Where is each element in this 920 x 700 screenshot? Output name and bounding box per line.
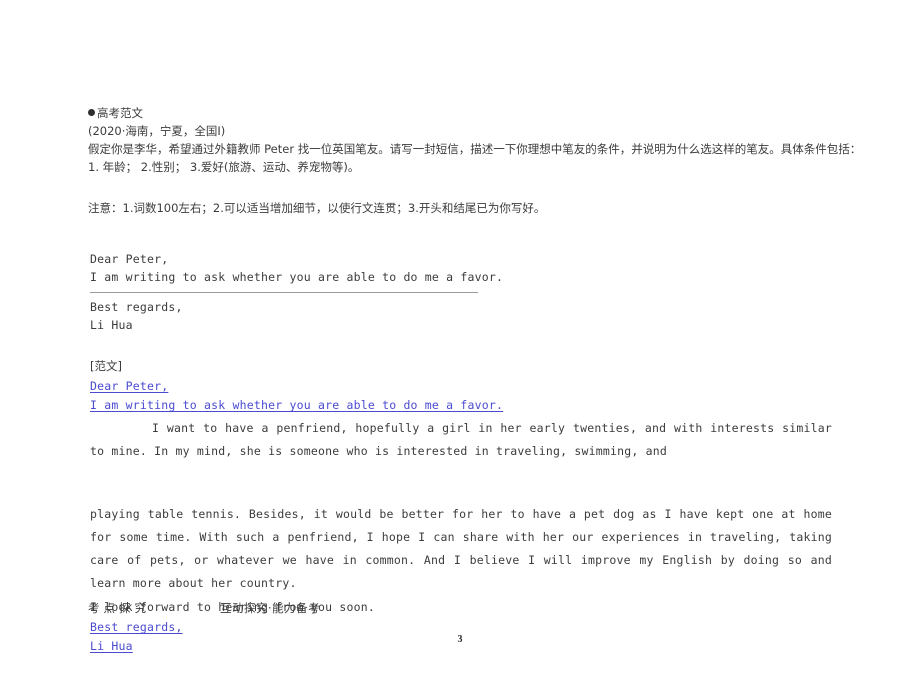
footer-left-label: 考点探究 xyxy=(88,601,150,615)
task-notes: 注意：1.词数100左右；2.可以适当增加细节，以使行文连贯；3.开头和结尾已为… xyxy=(88,201,546,215)
skeleton-salutation: Dear Peter, xyxy=(90,252,169,266)
bullet-dot-icon xyxy=(88,109,95,116)
footer-right-label: 互动探究·能力备考 xyxy=(220,601,321,615)
section-heading: 高考范文 xyxy=(88,105,848,122)
page-number: 3 xyxy=(457,634,463,645)
page-footer: 考点探究 互动探究·能力备考 xyxy=(88,600,848,616)
document-page: 高考范文 (2020·海南，宁夏，全国Ⅰ) 假定你是李华，希望通过外籍教师 Pe… xyxy=(0,0,920,700)
model-opening: I am writing to ask whether you are able… xyxy=(90,398,504,412)
task-conditions: 1. 年龄； 2.性别； 3.爱好(旅游、运动、养宠物等)。 xyxy=(88,160,360,174)
skeleton-signature: Li Hua xyxy=(90,318,133,332)
section-heading-text: 高考范文 xyxy=(97,106,143,120)
exam-source: (2020·海南，宁夏，全国Ⅰ) xyxy=(88,124,226,138)
skeleton-closing: Best regards, xyxy=(90,300,183,314)
answer-blank-rule xyxy=(90,292,478,293)
model-paragraph-one: I want to have a penfriend, hopefully a … xyxy=(90,421,832,458)
task-description: 假定你是李华，希望通过外籍教师 Peter 找一位英国笔友。请写一封短信，描述一… xyxy=(88,142,862,156)
model-paragraph-two: playing table tennis. Besides, it would … xyxy=(90,507,832,590)
letter-skeleton-section: Dear Peter, I am writing to ask whether … xyxy=(90,250,790,334)
skeleton-opening: I am writing to ask whether you are able… xyxy=(90,270,504,284)
model-salutation: Dear Peter, xyxy=(90,379,169,393)
model-answer-label: [范文] xyxy=(90,359,122,373)
prompt-section: 高考范文 (2020·海南，宁夏，全国Ⅰ) 假定你是李华，希望通过外籍教师 Pe… xyxy=(88,105,862,177)
